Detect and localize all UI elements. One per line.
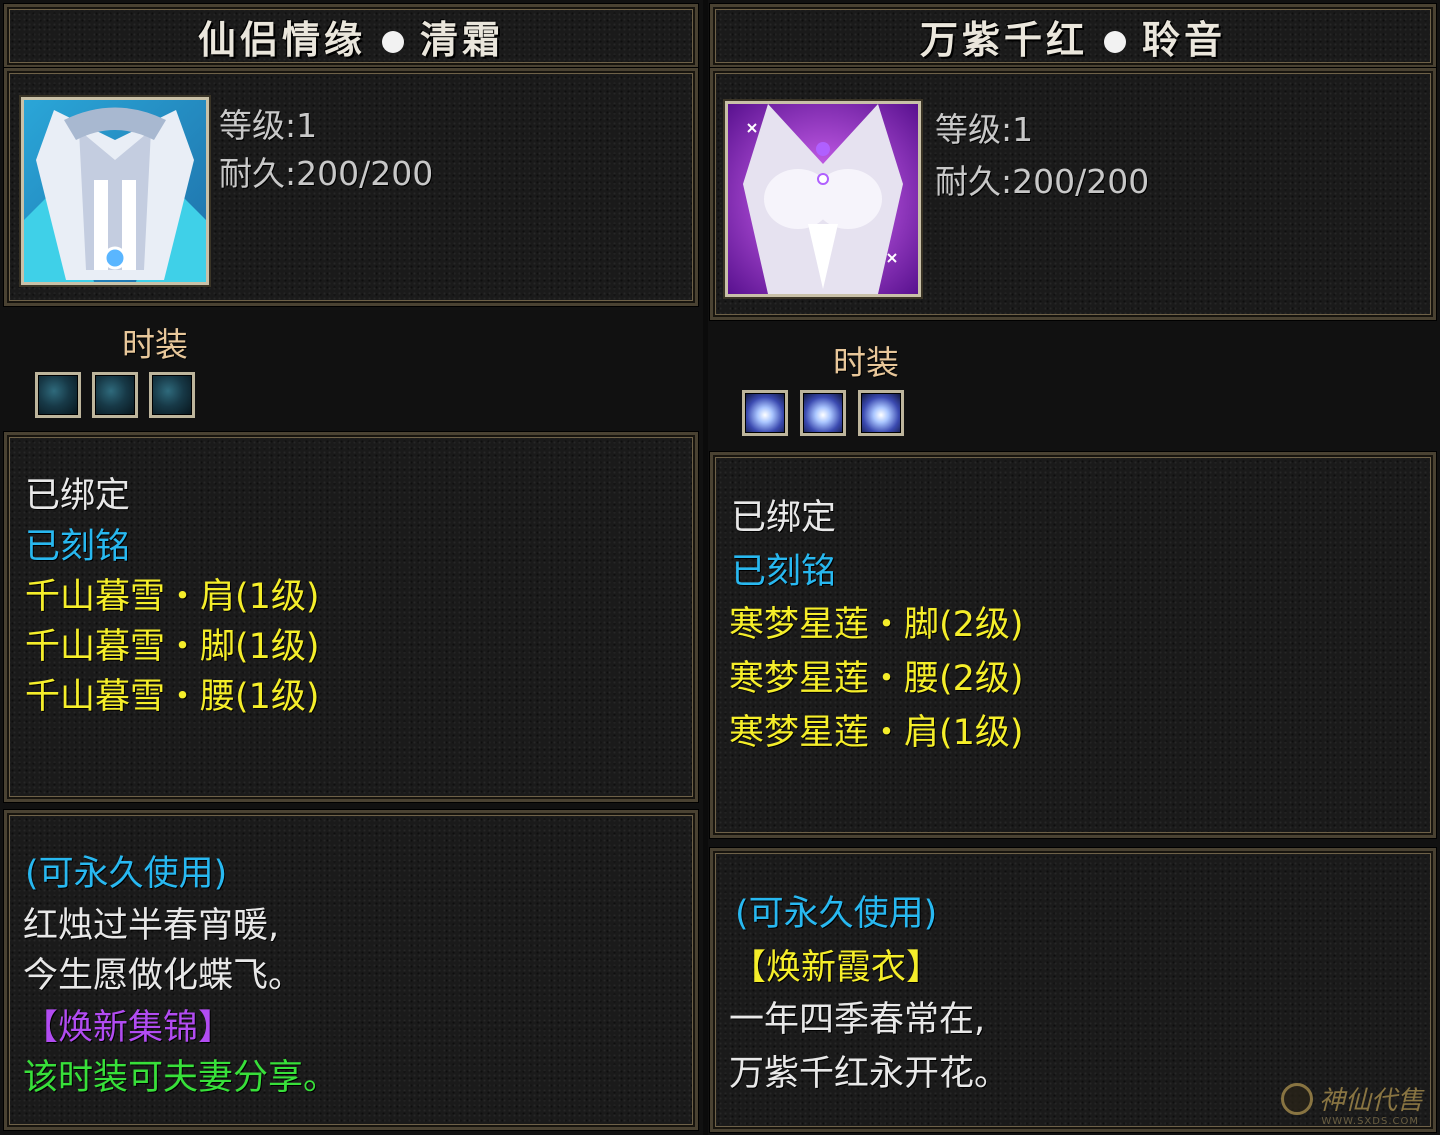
title-bar: 仙侣情缘 清霜 xyxy=(4,4,698,68)
set-attribute: 寒梦星莲・肩(1级) xyxy=(729,713,1024,753)
item-level: 等级:1 xyxy=(935,110,1034,149)
item-level: 等级:1 xyxy=(219,106,318,145)
set-attribute: 千山暮雪・脚(1级) xyxy=(25,627,320,667)
fashion-label: 时装 xyxy=(833,343,899,382)
gem-slot[interactable] xyxy=(92,372,138,418)
separator-dot-icon xyxy=(382,31,404,53)
item-tooltip-right: 万紫千红 聆音 等级:1 耐久:200/200 时装 已绑定 已刻铭 寒梦星莲・… xyxy=(708,0,1440,1135)
description-panel: (可永久使用) 【焕新霞衣】 一年四季春常在, 万紫千红永开花。 神仙代售 WW… xyxy=(710,848,1436,1132)
attributes-panel: 已绑定 已刻铭 千山暮雪・肩(1级) 千山暮雪・脚(1级) 千山暮雪・腰(1级) xyxy=(4,432,698,802)
fashion-label: 时装 xyxy=(122,325,188,364)
title-bar: 万紫千红 聆音 xyxy=(710,4,1436,68)
item-portrait xyxy=(21,97,209,285)
item-portrait xyxy=(725,101,921,297)
item-tooltip-left: 仙侣情缘 清霜 等级:1 耐久:200/200 时装 已绑定 已刻铭 千山暮雪・… xyxy=(0,0,703,1135)
set-attribute: 千山暮雪・肩(1级) xyxy=(25,577,320,617)
gem-slot[interactable] xyxy=(149,372,195,418)
attributes-panel: 已绑定 已刻铭 寒梦星莲・脚(2级) 寒梦星莲・腰(2级) 寒梦星莲・肩(1级) xyxy=(710,452,1436,838)
watermark-logo-icon xyxy=(1280,1082,1313,1115)
item-name: 万紫千红 聆音 xyxy=(920,9,1226,64)
poem-line: 今生愿做化蝶飞。 xyxy=(23,956,304,996)
item-name: 仙侣情缘 清霜 xyxy=(198,9,504,64)
item-name-part2: 聆音 xyxy=(1142,17,1227,62)
poem-line: 万紫千红永开花。 xyxy=(729,1054,1010,1094)
gem-slot[interactable] xyxy=(742,390,788,436)
item-name-part1: 仙侣情缘 xyxy=(197,17,366,62)
usage-text: (可永久使用) xyxy=(735,894,938,934)
item-info-panel: 等级:1 耐久:200/200 xyxy=(710,68,1436,320)
gem-slot[interactable] xyxy=(35,372,81,418)
engraved-status: 已刻铭 xyxy=(731,552,837,592)
item-info-panel: 等级:1 耐久:200/200 xyxy=(4,68,698,306)
poem-line: 红烛过半春宵暖, xyxy=(23,906,280,946)
collection-tag: 【焕新集锦】 xyxy=(23,1008,234,1048)
separator-dot-icon xyxy=(1104,31,1126,53)
item-durability: 耐久:200/200 xyxy=(219,154,434,193)
purple-gown-icon xyxy=(728,104,918,294)
item-name-part2: 清霜 xyxy=(420,17,505,62)
set-attribute: 寒梦星莲・腰(2级) xyxy=(729,659,1024,699)
watermark-url: WWW.SXDS.COM xyxy=(1321,1116,1419,1127)
item-durability: 耐久:200/200 xyxy=(935,162,1150,201)
description-panel: (可永久使用) 红烛过半春宵暖, 今生愿做化蝶飞。 【焕新集锦】 该时装可夫妻分… xyxy=(4,810,698,1130)
gem-slot[interactable] xyxy=(858,390,904,436)
item-name-part1: 万紫千红 xyxy=(919,17,1088,62)
gem-slot[interactable] xyxy=(800,390,846,436)
set-attribute: 千山暮雪・腰(1级) xyxy=(25,677,320,717)
engraved-status: 已刻铭 xyxy=(25,527,131,567)
usage-text: (可永久使用) xyxy=(25,854,228,894)
set-attribute: 寒梦星莲・脚(2级) xyxy=(729,605,1024,645)
watermark-text: 神仙代售 xyxy=(1318,1086,1423,1116)
bound-status: 已绑定 xyxy=(731,498,837,538)
bound-status: 已绑定 xyxy=(25,476,131,516)
collection-tag: 【焕新霞衣】 xyxy=(731,948,942,988)
white-robe-icon xyxy=(24,100,206,282)
share-note: 该时装可夫妻分享。 xyxy=(23,1058,339,1098)
poem-line: 一年四季春常在, xyxy=(729,1000,986,1040)
watermark: 神仙代售 WWW.SXDS.COM xyxy=(1280,1080,1423,1127)
